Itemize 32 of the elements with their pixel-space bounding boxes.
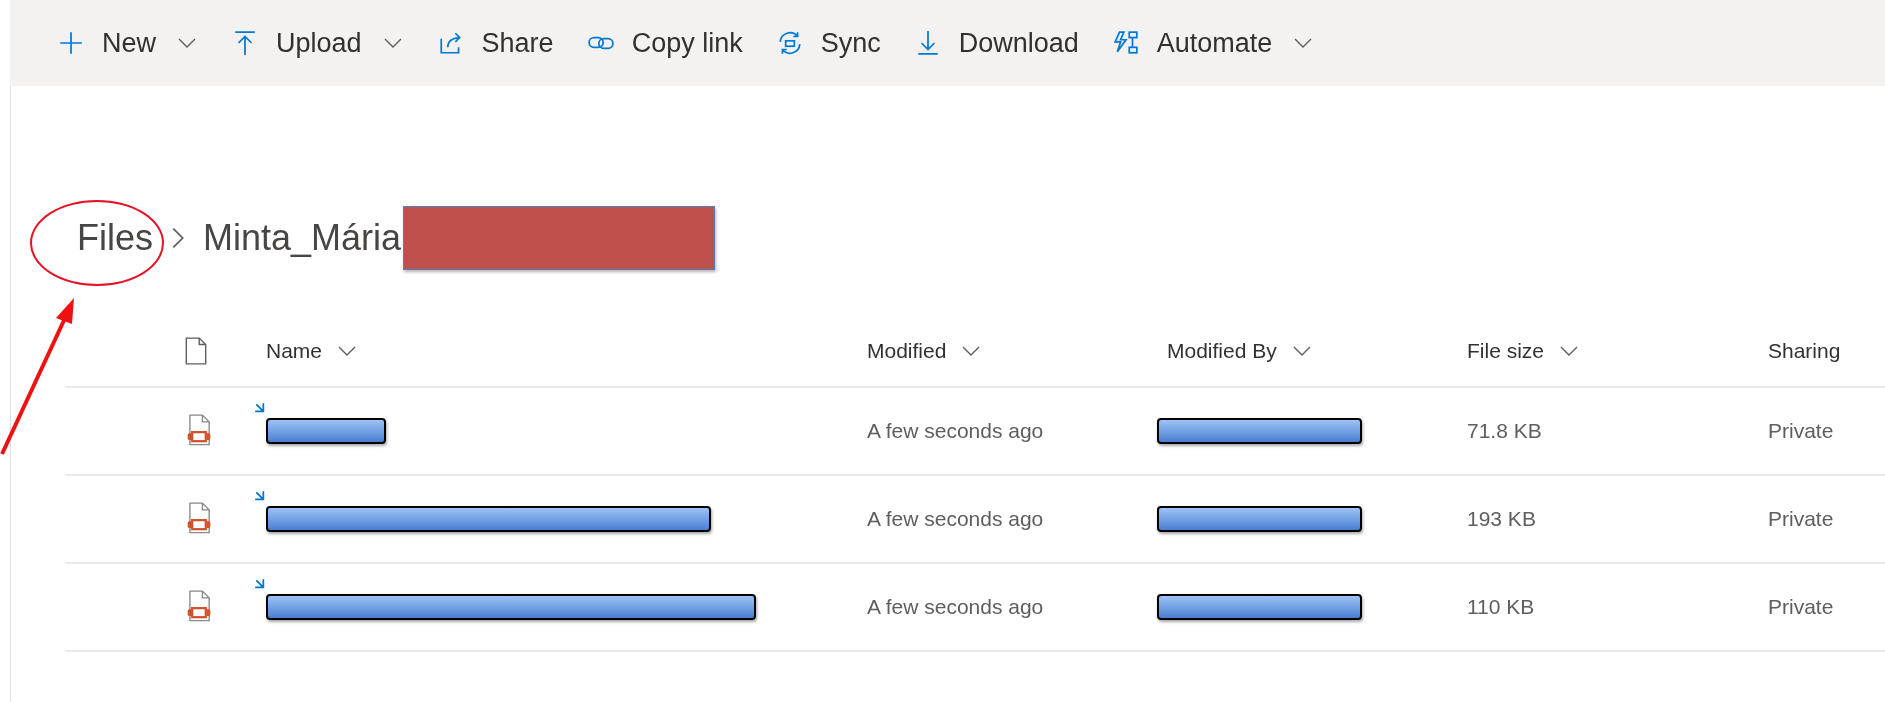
table-cell: A few seconds ago — [867, 507, 1044, 531]
automate-button[interactable]: Automate — [1112, 23, 1315, 63]
table-cell: 193 KB — [1467, 507, 1536, 531]
sync-icon — [776, 30, 803, 56]
presentation-file-icon — [185, 590, 213, 624]
breadcrumb-link[interactable]: Minta_Mária — [203, 217, 402, 259]
table-cell: 71.8 KB — [1467, 419, 1542, 443]
new-button[interactable]: New — [58, 23, 198, 63]
breadcrumb-link[interactable]: Files — [77, 217, 153, 259]
upload-button[interactable]: Upload — [232, 23, 404, 63]
column-header[interactable]: Sharing — [1768, 339, 1841, 363]
plus-icon — [58, 30, 84, 56]
column-header[interactable]: File size — [1467, 339, 1545, 363]
flow-icon — [1112, 30, 1139, 56]
table-cell: 110 KB — [1467, 595, 1535, 619]
link-button[interactable]: Copy link — [587, 23, 743, 63]
share-button[interactable]: Share — [437, 23, 554, 63]
column-header[interactable]: Modified By — [1167, 339, 1277, 363]
table-cell: Private — [1768, 507, 1834, 531]
presentation-file-icon — [185, 414, 213, 448]
table-cell: A few seconds ago — [867, 419, 1044, 443]
upload-icon — [232, 30, 258, 56]
column-header[interactable]: Name — [266, 339, 323, 363]
table-cell: Private — [1768, 419, 1834, 443]
file-icon — [185, 337, 207, 365]
table-cell: A few seconds ago — [867, 595, 1044, 619]
share-icon — [437, 30, 464, 56]
sync-button[interactable]: Sync — [776, 23, 881, 63]
download-button[interactable]: Download — [914, 23, 1079, 63]
presentation-file-icon — [185, 502, 213, 536]
table-cell: Private — [1768, 595, 1834, 619]
column-header[interactable]: Modified — [867, 339, 947, 363]
